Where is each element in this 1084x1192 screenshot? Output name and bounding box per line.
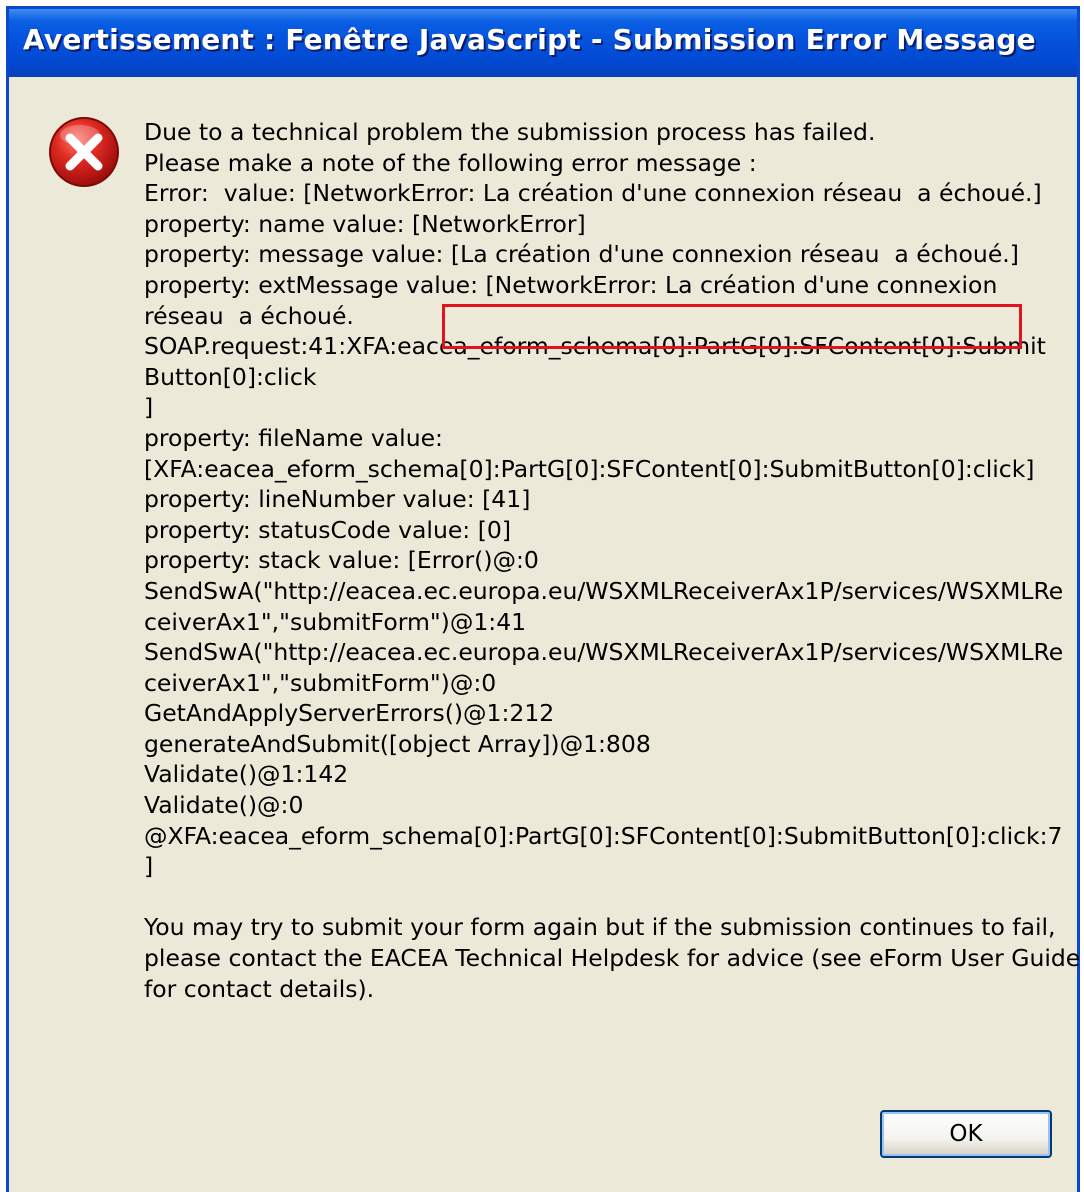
message-line: ceiverAx1","submitForm")@:0	[144, 668, 497, 697]
message-line: property: name value: [NetworkError]	[144, 209, 586, 238]
message-line: Error: value: [NetworkError: La création…	[144, 179, 1042, 208]
dialog-window: Avertissement : Fenêtre JavaScript - Sub…	[6, 6, 1080, 1192]
message-line: property: message value: [La création d'…	[144, 240, 1019, 269]
message-line: please contact the EACEA Technical Helpd…	[144, 944, 1081, 973]
title-bar[interactable]: Avertissement : Fenêtre JavaScript - Sub…	[9, 9, 1077, 77]
message-line: Validate()@:0	[144, 791, 304, 820]
message-line	[144, 882, 1064, 913]
error-icon	[49, 117, 119, 187]
message-line: ]	[144, 393, 154, 422]
message-line: property: fileName value:	[144, 423, 443, 452]
message-line: for contact details).	[144, 974, 375, 1003]
window-title: Avertissement : Fenêtre JavaScript - Sub…	[23, 23, 1036, 56]
message-line: @XFA:eacea_eform_schema[0]:PartG[0]:SFCo…	[144, 821, 1063, 850]
message-line: property: lineNumber value: [41]	[144, 485, 531, 514]
ok-button[interactable]: OK	[880, 1110, 1052, 1158]
message-line: ceiverAx1","submitForm")@1:41	[144, 607, 527, 636]
message-line: Button[0]:click	[144, 362, 317, 391]
error-message: Due to a technical problem the submissio…	[144, 117, 1081, 1004]
message-line: property: statusCode value: [0]	[144, 515, 511, 544]
message-line: Validate()@1:142	[144, 760, 349, 789]
message-line: Due to a technical problem the submissio…	[144, 118, 876, 146]
message-line: generateAndSubmit([object Array])@1:808	[144, 729, 651, 758]
message-line: SendSwA("http://eacea.ec.europa.eu/WSXML…	[144, 638, 1064, 667]
dialog-body: Due to a technical problem the submissio…	[9, 77, 1081, 1192]
message-line: property: stack value: [Error()@:0	[144, 546, 539, 575]
message-line: You may try to submit your form again bu…	[144, 913, 1056, 942]
message-line: SendSwA("http://eacea.ec.europa.eu/WSXML…	[144, 576, 1064, 605]
message-line: GetAndApplyServerErrors()@1:212	[144, 699, 555, 728]
message-line: ]	[144, 852, 154, 881]
message-line: property: extMessage value: [NetworkErro…	[144, 270, 998, 299]
highlight-annotation-box	[442, 304, 1022, 349]
message-line: Please make a note of the following erro…	[144, 148, 757, 177]
message-line: [XFA:eacea_eform_schema[0]:PartG[0]:SFCo…	[144, 454, 1035, 483]
